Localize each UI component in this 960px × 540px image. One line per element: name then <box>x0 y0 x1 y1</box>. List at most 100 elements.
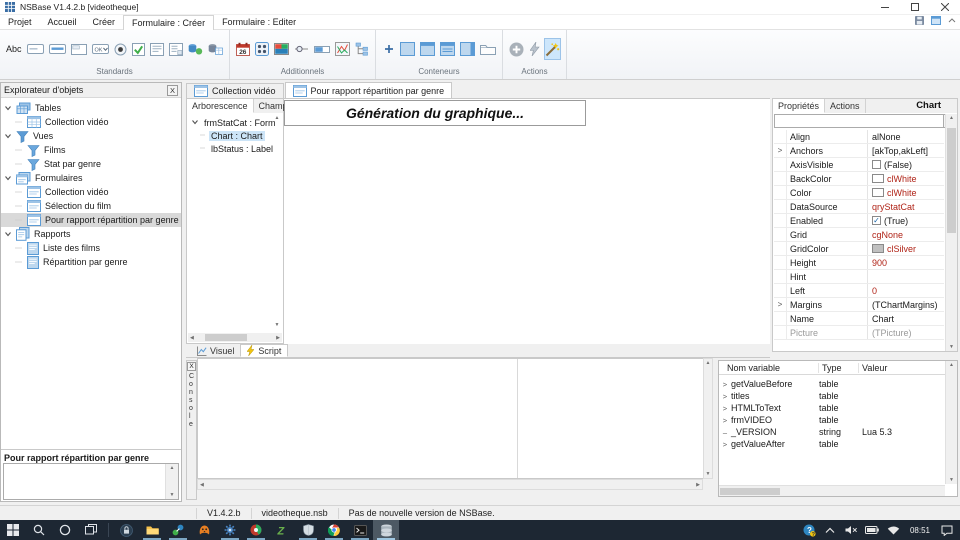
structure-item-lbstatus-label[interactable]: lbStatus : Label <box>187 142 283 155</box>
panel-plain-button[interactable] <box>399 38 416 60</box>
dice-grid-button[interactable] <box>254 38 270 60</box>
variables-vscroll[interactable]: ▲▼ <box>945 361 957 484</box>
folder-button[interactable] <box>479 38 497 60</box>
tree-item-collection-vid-o[interactable]: Collection vidéo <box>1 115 181 129</box>
property-value[interactable]: clWhite <box>867 186 944 199</box>
chart-status-label-control[interactable]: Génération du graphique... <box>284 100 586 126</box>
volume-muted-button[interactable] <box>842 520 861 540</box>
app-shield-taskbar-button[interactable] <box>295 520 321 540</box>
variable-row-frmvideo[interactable]: >frmVIDEOtable <box>719 414 957 426</box>
properties-scrollbar[interactable]: ▲▼ <box>945 114 957 351</box>
script-action-button[interactable] <box>528 38 541 60</box>
property-row-margins[interactable]: >Margins(TChartMargins) <box>774 298 944 312</box>
property-value[interactable]: 900 <box>867 256 944 269</box>
property-row-name[interactable]: NameChart <box>774 312 944 326</box>
property-row-left[interactable]: Left0 <box>774 284 944 298</box>
menu-tab-accueil[interactable]: Accueil <box>40 15 85 29</box>
property-expander[interactable]: > <box>774 298 787 311</box>
slider-button[interactable] <box>293 38 310 60</box>
app-terminal-taskbar-button[interactable] <box>347 520 373 540</box>
app-link-taskbar-button[interactable] <box>165 520 191 540</box>
menu-tab-cr-er[interactable]: Créer <box>85 15 124 29</box>
save-icon[interactable] <box>915 16 924 25</box>
property-value[interactable]: (TPicture) <box>867 326 944 339</box>
panel-top-button[interactable] <box>419 38 436 60</box>
tree-item-stat-par-genre[interactable]: Stat par genre <box>1 157 181 171</box>
property-row-axisvisible[interactable]: AxisVisible(False) <box>774 158 944 172</box>
tree-item-tables[interactable]: Tables <box>1 101 181 115</box>
properties-tab-propri-t-s[interactable]: Propriétés <box>773 99 825 113</box>
property-row-hint[interactable]: Hint <box>774 270 944 284</box>
variable-row-htmltotext[interactable]: >HTMLToTexttable <box>719 402 957 414</box>
radio-button-button[interactable] <box>113 38 128 60</box>
property-row-align[interactable]: AlignalNone <box>774 130 944 144</box>
cortana-button[interactable] <box>52 520 78 540</box>
start-button[interactable] <box>0 520 26 540</box>
labeled-edit-button[interactable] <box>48 38 67 60</box>
mode-tab-visuel[interactable]: Visuel <box>190 344 240 357</box>
app-database-taskbar-button[interactable] <box>373 520 399 540</box>
menu-tab-formulaire-editer[interactable]: Formulaire : Editer <box>214 15 304 29</box>
tree-item-films[interactable]: Films <box>1 143 181 157</box>
variable-row-titles[interactable]: >titlestable <box>719 390 957 402</box>
image-button[interactable] <box>273 38 290 60</box>
chevron-down-icon[interactable] <box>4 230 12 238</box>
property-row-backcolor[interactable]: BackColorclWhite <box>774 172 944 186</box>
script-vscroll[interactable]: ▲▼ <box>703 358 713 479</box>
close-explorer-button[interactable]: X <box>167 85 178 96</box>
property-value[interactable]: clWhite <box>867 172 944 185</box>
app-paint-taskbar-button[interactable] <box>191 520 217 540</box>
form-canvas[interactable]: Génération du graphique... <box>284 98 770 344</box>
clock[interactable]: 08:51 <box>905 526 935 535</box>
menu-tab-formulaire-cr-er[interactable]: Formulaire : Créer <box>123 15 214 30</box>
tree-item-s-lection-du-film[interactable]: Sélection du film <box>1 199 181 213</box>
wizard-button[interactable] <box>544 38 561 60</box>
tree-item-liste-des-films[interactable]: Liste des films <box>1 241 181 255</box>
variable-expander[interactable]: > <box>719 404 731 413</box>
property-expander[interactable]: > <box>774 144 787 157</box>
chevron-down-icon[interactable] <box>4 132 12 140</box>
chart-control-button[interactable] <box>334 38 351 60</box>
edit-field-button[interactable] <box>26 38 45 60</box>
variable-row-getvalueafter[interactable]: >getValueAftertable <box>719 438 957 450</box>
tree-item-rapports[interactable]: Rapports <box>1 227 181 241</box>
maximize-button[interactable] <box>900 0 930 15</box>
property-value[interactable]: (True) <box>867 214 944 227</box>
add-container-button[interactable] <box>381 38 396 60</box>
variable-expander[interactable]: > <box>719 380 731 389</box>
calendar-26-button[interactable]: 26 <box>235 38 251 60</box>
property-row-grid[interactable]: GridcgNone <box>774 228 944 242</box>
checklistbox-button[interactable] <box>168 38 184 60</box>
combobox-button[interactable]: OK <box>91 38 110 60</box>
db-grid-button[interactable] <box>207 38 224 60</box>
property-row-enabled[interactable]: Enabled(True) <box>774 214 944 228</box>
properties-tab-actions[interactable]: Actions <box>825 99 866 113</box>
panel-control-button[interactable] <box>70 38 88 60</box>
doc-tab-collection-vid-o[interactable]: Collection vidéo <box>186 83 284 98</box>
structure-tab-arborescence[interactable]: Arborescence <box>187 99 254 113</box>
minimize-button[interactable] <box>870 0 900 15</box>
property-value[interactable]: [akTop,akLeft] <box>867 144 944 157</box>
collapse-ribbon-icon[interactable] <box>948 18 956 23</box>
wifi-button[interactable] <box>884 520 903 540</box>
panel-lines-button[interactable] <box>439 38 456 60</box>
tree-item-formulaires[interactable]: Formulaires <box>1 171 181 185</box>
tray-help-button[interactable]: ?? <box>800 520 819 540</box>
property-row-height[interactable]: Height900 <box>774 256 944 270</box>
panel-side-button[interactable] <box>459 38 476 60</box>
property-value[interactable]: (False) <box>867 158 944 171</box>
add-action-button[interactable] <box>508 38 525 60</box>
property-value[interactable]: 0 <box>867 284 944 297</box>
property-row-gridcolor[interactable]: GridColorclSilver <box>774 242 944 256</box>
mode-tab-script[interactable]: Script <box>240 344 288 357</box>
script-area[interactable] <box>197 358 712 479</box>
variable-expander[interactable]: > <box>719 416 731 425</box>
variables-hscroll[interactable] <box>719 485 945 496</box>
chevron-down-icon[interactable] <box>4 174 12 182</box>
label-abc-button[interactable]: Abc <box>5 38 23 60</box>
action-center-button[interactable] <box>937 520 956 540</box>
app-folder-taskbar-button[interactable] <box>139 520 165 540</box>
app-lock-taskbar-button[interactable] <box>113 520 139 540</box>
structure-item-chart-chart[interactable]: Chart : Chart <box>187 129 283 142</box>
property-search-input[interactable] <box>774 114 944 128</box>
